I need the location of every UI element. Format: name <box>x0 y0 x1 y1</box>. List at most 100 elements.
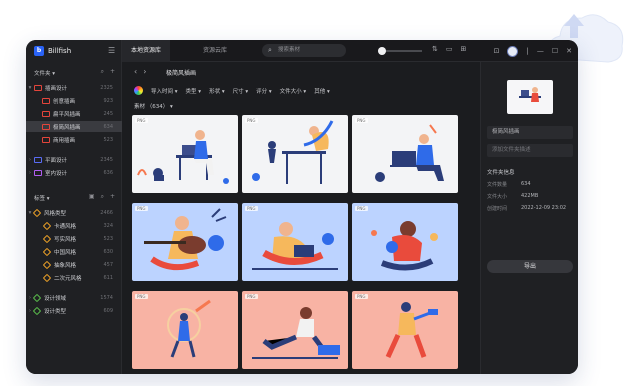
tag-icon <box>42 221 52 230</box>
tag-tools: ▣ ⌕ + <box>89 193 115 201</box>
asset-card[interactable]: PNG <box>132 203 238 281</box>
folder-icon <box>42 123 50 130</box>
tag-manage-icon[interactable]: ▣ <box>89 193 95 201</box>
separator: | <box>526 47 529 55</box>
folder-icon <box>34 84 42 91</box>
app-window: b Billfish ☰ 文件夹 ▾ ⌕ + ▾ 插画设计 2325 创意插画 923 … <box>26 40 578 374</box>
filter-other[interactable]: 其他 ▾ <box>314 87 330 95</box>
asset-card[interactable]: PNG <box>242 203 348 281</box>
search-icon[interactable]: ⌕ <box>101 68 104 76</box>
illustration <box>252 120 334 184</box>
tag-icon <box>42 234 52 243</box>
asset-card[interactable]: PNG <box>352 291 458 369</box>
forward-icon[interactable]: › <box>143 67 152 76</box>
filter-import-time[interactable]: 导入时间 ▾ <box>151 87 178 95</box>
title-bar: 本地资源库 资源云库 ⊡ | — ☐ ✕ <box>122 40 578 62</box>
menu-icon[interactable]: ☰ <box>108 46 115 55</box>
tag-icon <box>42 260 52 269</box>
thumbnail-size-slider[interactable] <box>378 47 422 55</box>
nav-arrows: ‹› <box>134 67 152 76</box>
folder-tools: ⌕ + <box>101 68 115 76</box>
folder-item[interactable]: › 平面设计 2345 <box>26 154 122 165</box>
folder-info-title: 文件夹信息 <box>487 170 515 176</box>
folders-header[interactable]: 文件夹 ▾ <box>34 69 55 77</box>
folder-icon <box>42 110 50 117</box>
billfish-logo-icon: b <box>34 46 44 56</box>
info-row: 文件大小 422MB <box>487 193 539 200</box>
folder-icon <box>42 97 50 104</box>
view-tools: ⇅ ▭ ⊞ <box>432 45 466 53</box>
add-icon[interactable]: + <box>110 193 115 201</box>
asset-card[interactable]: PNG <box>242 115 348 193</box>
illustration <box>167 299 211 358</box>
tag-item[interactable]: 中国风格 630 <box>26 246 122 257</box>
folder-icon <box>34 156 42 163</box>
illustration <box>371 221 438 271</box>
folder-item[interactable]: 创意插画 923 <box>26 95 122 106</box>
back-icon[interactable]: ‹ <box>134 67 143 76</box>
asset-card[interactable]: PNG <box>132 291 238 369</box>
tag-icon <box>42 247 52 256</box>
screenshot-icon[interactable]: ⊡ <box>494 45 500 57</box>
tag-icon <box>32 293 42 302</box>
tag-item[interactable]: 卡通风格 324 <box>26 220 122 231</box>
export-button[interactable]: 导出 <box>487 260 573 273</box>
tag-group[interactable]: ▾ 风格类型 2466 <box>26 207 122 218</box>
asset-grid: PNG PNG PNG PNG PNG PNG PNG PNG PNG <box>132 115 458 374</box>
app-brand: b Billfish <box>34 46 71 56</box>
slider-knob[interactable] <box>378 47 386 55</box>
minimize-icon[interactable]: — <box>537 45 544 57</box>
tag-item[interactable]: 写实风格 523 <box>26 233 122 244</box>
window-controls: ⊡ | — ☐ ✕ <box>494 45 572 57</box>
asset-card[interactable]: PNG <box>242 291 348 369</box>
folder-description-field[interactable]: 添加文件夹描述 <box>487 144 573 157</box>
folder-item[interactable]: 扁平风插画 245 <box>26 108 122 119</box>
info-row: 创建时间 2022-12-09 23:02 <box>487 205 567 212</box>
illustration <box>385 302 438 359</box>
tag-item[interactable]: 二次元风格 611 <box>26 272 122 283</box>
folder-item[interactable]: ▾ 插画设计 2325 <box>26 82 122 93</box>
tag-item[interactable]: 抽象风格 457 <box>26 259 122 270</box>
filter-bar: 导入时间 ▾ 类型 ▾ 形状 ▾ 尺寸 ▾ 评分 ▾ 文件大小 ▾ 其他 ▾ <box>134 86 330 95</box>
folder-item[interactable]: › 室内设计 636 <box>26 167 122 178</box>
asset-card[interactable]: PNG <box>352 115 458 193</box>
illustration <box>144 208 227 271</box>
asset-count[interactable]: 素材 （634） ▾ <box>134 102 173 110</box>
color-filter-icon[interactable] <box>134 86 143 95</box>
tag-group[interactable]: › 设计领域 1574 <box>26 292 122 303</box>
tag-group[interactable]: › 设计类型 609 <box>26 305 122 316</box>
avatar[interactable] <box>507 45 519 57</box>
sort-icon[interactable]: ⇅ <box>432 45 438 53</box>
filter-type[interactable]: 类型 ▾ <box>186 87 202 95</box>
app-name: Billfish <box>48 47 72 55</box>
tag-icon <box>42 273 52 282</box>
monitor-icon[interactable]: ▭ <box>446 45 453 53</box>
folder-thumbnail <box>507 80 553 114</box>
maximize-icon[interactable]: ☐ <box>552 45 558 57</box>
filter-rating[interactable]: 评分 ▾ <box>256 87 272 95</box>
search-input[interactable]: ⌕ 搜索素材 <box>262 44 346 57</box>
search-icon[interactable]: ⌕ <box>101 193 104 201</box>
folder-name-field[interactable]: 极简风插画 <box>487 126 573 139</box>
tab-cloud-library[interactable]: 资源云库 <box>194 40 236 62</box>
filter-shape[interactable]: 形状 ▾ <box>209 87 225 95</box>
info-row: 文件数量 634 <box>487 181 531 188</box>
filter-size[interactable]: 尺寸 ▾ <box>233 87 249 95</box>
asset-card[interactable]: PNG <box>132 115 238 193</box>
illustration <box>137 130 229 184</box>
asset-card[interactable]: PNG <box>352 203 458 281</box>
tag-icon <box>32 208 42 217</box>
sidebar: b Billfish ☰ 文件夹 ▾ ⌕ + ▾ 插画设计 2325 创意插画 923 … <box>26 40 122 374</box>
tags-header[interactable]: 标签 ▾ <box>34 194 50 202</box>
folder-item-active[interactable]: 极简风插画 634 <box>26 121 122 132</box>
tab-local-library[interactable]: 本地资源库 <box>122 40 171 62</box>
close-icon[interactable]: ✕ <box>566 45 572 57</box>
illustration <box>375 124 444 182</box>
toolbar: ‹› 极简风插画 <box>122 62 480 82</box>
search-icon: ⌕ <box>268 46 272 54</box>
folder-item[interactable]: 商用插画 523 <box>26 134 122 145</box>
breadcrumb: 极简风插画 <box>166 70 197 77</box>
layout-icon[interactable]: ⊞ <box>461 45 467 53</box>
add-icon[interactable]: + <box>110 68 115 76</box>
filter-file-size[interactable]: 文件大小 ▾ <box>280 87 307 95</box>
